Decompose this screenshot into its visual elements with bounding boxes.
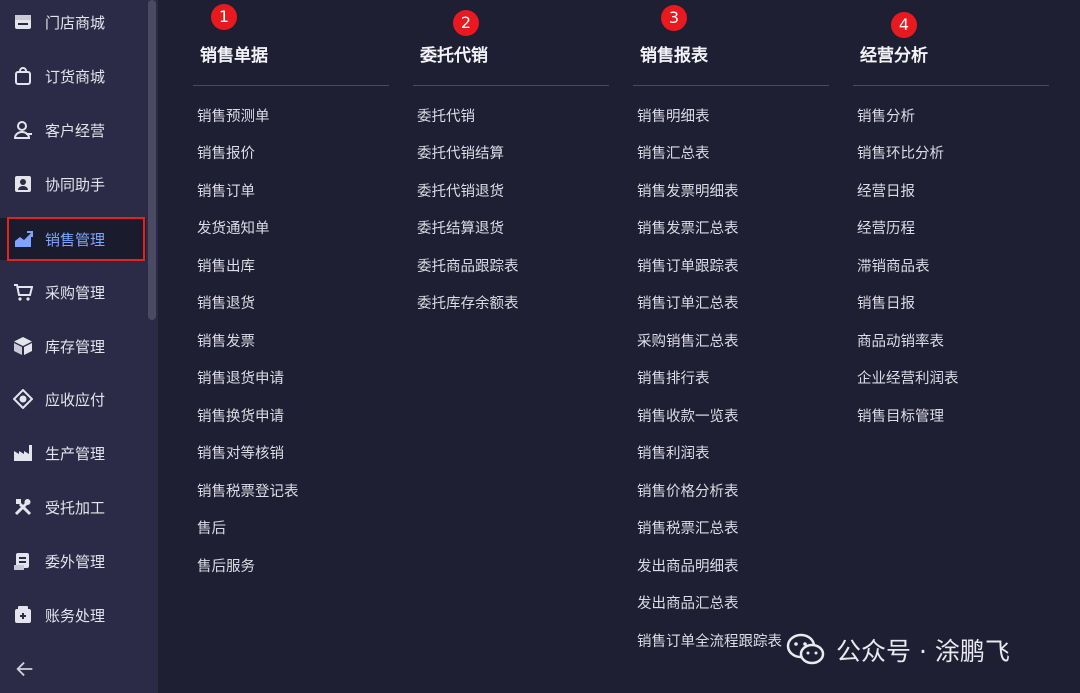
watermark: 公众号 · 涂鹏飞 <box>786 630 1010 670</box>
menu-link[interactable]: 售后服务 <box>197 557 255 577</box>
menu-link[interactable]: 销售退货 <box>197 294 255 314</box>
menu-link[interactable]: 销售目标管理 <box>857 407 944 427</box>
factory-icon <box>12 442 34 464</box>
sidebar-item-label: 受托加工 <box>45 498 106 517</box>
column-number-badge: 1 <box>211 4 237 30</box>
menu-link[interactable]: 发货通知单 <box>197 219 270 239</box>
sidebar-item-collab[interactable]: 协同助手 <box>0 164 145 204</box>
column-number-badge: 3 <box>661 5 687 31</box>
menu-link[interactable]: 经营历程 <box>857 219 915 239</box>
menu-link[interactable]: 销售出库 <box>197 257 255 277</box>
column-number-badge: 2 <box>453 10 479 36</box>
sidebar-item-inventory[interactable]: 库存管理 <box>0 326 145 366</box>
menu-link[interactable]: 售后 <box>197 519 226 539</box>
menu-link[interactable]: 销售分析 <box>857 107 915 127</box>
menu-link[interactable]: 委托代销结算 <box>417 144 504 164</box>
menu-link[interactable]: 委托库存余额表 <box>417 294 519 314</box>
menu-link[interactable]: 销售换货申请 <box>197 407 284 427</box>
menu-link[interactable]: 销售日报 <box>857 294 915 314</box>
menu-link[interactable]: 销售排行表 <box>637 369 710 389</box>
sidebar-item-label: 客户经营 <box>45 121 106 140</box>
menu-link[interactable]: 销售退货申请 <box>197 369 284 389</box>
menu-link[interactable]: 发出商品明细表 <box>637 557 739 577</box>
sidebar-scrollbar[interactable] <box>148 0 156 320</box>
column-title: 委托代销 <box>413 42 609 86</box>
sidebar-item-label: 采购管理 <box>45 283 106 302</box>
sidebar-item-order-mall[interactable]: 订货商城 <box>0 56 145 96</box>
menu-link[interactable]: 销售汇总表 <box>637 144 710 164</box>
sidebar-item-outsource[interactable]: 委外管理 <box>0 541 145 581</box>
arrow-left-icon[interactable] <box>14 658 40 682</box>
menu-link[interactable]: 委托商品跟踪表 <box>417 257 519 277</box>
store-icon <box>12 11 34 33</box>
sidebar: 门店商城 订货商城 客户经营 协同助手 销售管理 采购管理 库存管理 应收应付 … <box>0 0 158 693</box>
cart-icon <box>12 281 34 303</box>
column-number-badge: 4 <box>891 12 917 38</box>
menu-link[interactable]: 销售对等核销 <box>197 444 284 464</box>
menu-link[interactable]: 发出商品汇总表 <box>637 594 739 614</box>
sidebar-item-label: 门店商城 <box>45 13 106 32</box>
menu-link[interactable]: 委托代销退货 <box>417 182 504 202</box>
sidebar-item-label: 账务处理 <box>45 606 106 625</box>
menu-link[interactable]: 委托代销 <box>417 107 475 127</box>
box-icon <box>12 335 34 357</box>
sidebar-item-label: 协同助手 <box>45 175 106 194</box>
sales-chart-icon <box>12 228 34 250</box>
menu-link[interactable]: 销售发票明细表 <box>637 182 739 202</box>
sidebar-item-label: 委外管理 <box>45 552 106 571</box>
menu-link[interactable]: 销售订单汇总表 <box>637 294 739 314</box>
menu-link[interactable]: 经营日报 <box>857 182 915 202</box>
sidebar-item-accounting[interactable]: 账务处理 <box>0 595 145 635</box>
menu-link[interactable]: 销售订单全流程跟踪表 <box>637 632 782 652</box>
menu-link[interactable]: 销售环比分析 <box>857 144 944 164</box>
menu-link[interactable]: 销售税票登记表 <box>197 482 299 502</box>
sidebar-item-production[interactable]: 生产管理 <box>0 433 145 473</box>
menu-link[interactable]: 销售税票汇总表 <box>637 519 739 539</box>
menu-link[interactable]: 销售订单跟踪表 <box>637 257 739 277</box>
sidebar-item-customer[interactable]: 客户经营 <box>0 110 145 150</box>
sidebar-item-processing[interactable]: 受托加工 <box>0 487 145 527</box>
menu-link[interactable]: 销售发票 <box>197 332 255 352</box>
sidebar-item-label: 库存管理 <box>45 337 106 356</box>
watermark-text: 公众号 · 涂鹏飞 <box>836 637 1010 666</box>
sidebar-item-store-mall[interactable]: 门店商城 <box>0 2 145 42</box>
customer-icon <box>12 119 34 141</box>
menu-link[interactable]: 滞销商品表 <box>857 257 930 277</box>
menu-link[interactable]: 委托结算退货 <box>417 219 504 239</box>
outsource-icon <box>12 550 34 572</box>
menu-link[interactable]: 销售利润表 <box>637 444 710 464</box>
menu-link[interactable]: 销售发票汇总表 <box>637 219 739 239</box>
tools-icon <box>12 496 34 518</box>
menu-link[interactable]: 销售明细表 <box>637 107 710 127</box>
column-title: 销售单据 <box>193 42 389 86</box>
sidebar-item-finance[interactable]: 应收应付 <box>0 379 145 419</box>
menu-link[interactable]: 商品动销率表 <box>857 332 944 352</box>
sidebar-item-label: 应收应付 <box>45 390 106 409</box>
menu-link[interactable]: 销售收款一览表 <box>637 407 739 427</box>
sidebar-item-label: 生产管理 <box>45 444 106 463</box>
column-title: 销售报表 <box>633 42 829 86</box>
menu-link[interactable]: 采购销售汇总表 <box>637 332 739 352</box>
shopping-bag-icon <box>12 65 34 87</box>
sidebar-item-label: 订货商城 <box>45 67 106 86</box>
sidebar-item-sales[interactable]: 销售管理 <box>0 219 145 259</box>
sidebar-item-purchase[interactable]: 采购管理 <box>0 272 145 312</box>
ledger-icon <box>12 604 34 626</box>
contact-card-icon <box>12 173 34 195</box>
menu-link[interactable]: 销售报价 <box>197 144 255 164</box>
finance-icon <box>12 388 34 410</box>
menu-link[interactable]: 销售订单 <box>197 182 255 202</box>
sidebar-item-label: 销售管理 <box>45 230 106 249</box>
menu-link[interactable]: 销售预测单 <box>197 107 270 127</box>
menu-link[interactable]: 企业经营利润表 <box>857 369 959 389</box>
wechat-icon <box>786 633 826 667</box>
menu-link[interactable]: 销售价格分析表 <box>637 482 739 502</box>
column-title: 经营分析 <box>853 42 1049 86</box>
